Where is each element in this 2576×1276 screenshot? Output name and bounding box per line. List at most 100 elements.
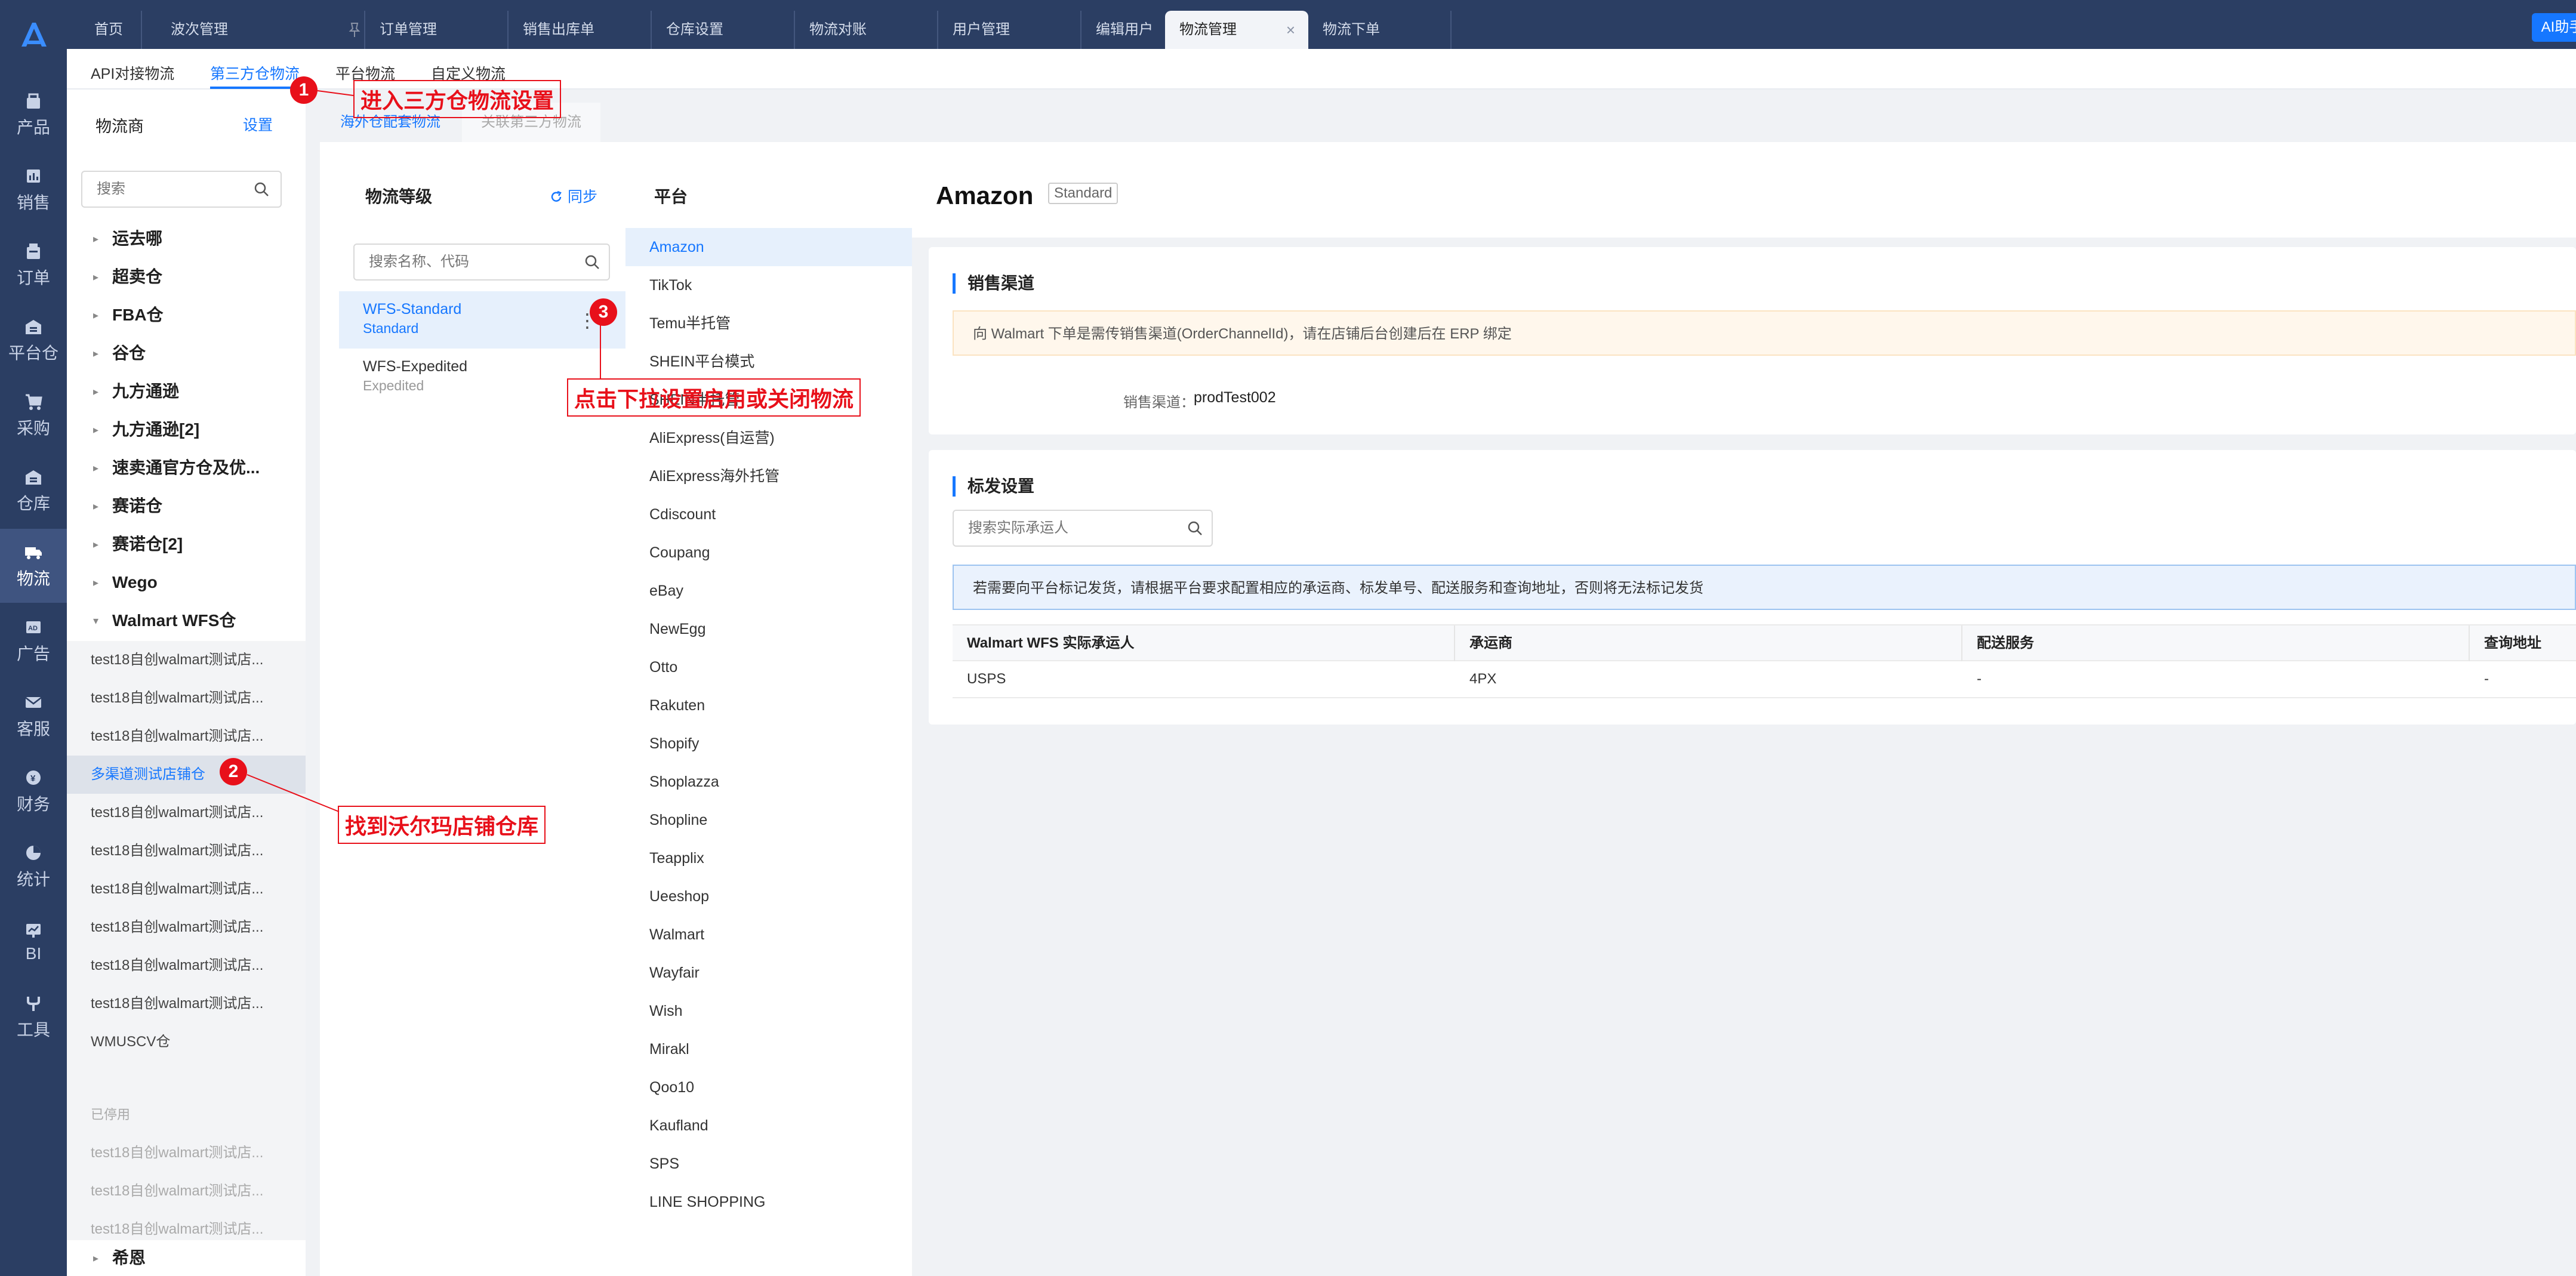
platform-item[interactable]: Cdiscount (625, 495, 912, 534)
platform-item[interactable]: Coupang (625, 534, 912, 572)
platform-item[interactable]: Teapplix (625, 839, 912, 877)
sync-label: 同步 (567, 189, 597, 205)
platform-item[interactable]: Shopline (625, 801, 912, 839)
search-icon[interactable] (584, 254, 600, 270)
nav-item-purchase[interactable]: 采购 (0, 378, 67, 452)
search-icon[interactable] (253, 181, 270, 198)
carrier-group[interactable]: ▸ FBA仓 (67, 297, 306, 333)
pin-icon[interactable] (347, 21, 362, 38)
platform-item[interactable]: Wayfair (625, 954, 912, 992)
nav-item-finance[interactable]: ¥ 财务 (0, 754, 67, 828)
tab-warehouse-settings[interactable]: 仓库设置 (652, 11, 795, 49)
tab-logistics-management[interactable]: 物流管理 × (1165, 11, 1308, 49)
tab-user-management[interactable]: 用户管理 (938, 11, 1081, 49)
subtab-api-logistics[interactable]: API对接物流 (91, 62, 174, 84)
tab-logistics-order[interactable]: 物流下单 (1308, 11, 1452, 49)
list-item[interactable]: test18自创walmart测试店... (67, 641, 306, 679)
tab-home[interactable]: 首页 (80, 11, 142, 49)
carrier-group[interactable]: ▸ 运去哪 (67, 221, 306, 257)
platform-item[interactable]: Shopify (625, 725, 912, 763)
annotation-marker-1: 1 (290, 76, 318, 104)
tab-logistics-reconciliation[interactable]: 物流对账 (795, 11, 938, 49)
platform-item[interactable]: SHEIN平台模式 (625, 343, 912, 381)
subtab-third-party-warehouse[interactable]: 第三方仓物流 (210, 62, 300, 84)
list-item-selected[interactable]: 多渠道测试店铺仓 (67, 756, 306, 794)
platform-item[interactable]: eBay (625, 572, 912, 610)
nav-item-logistics[interactable]: 物流 (0, 529, 67, 603)
list-item[interactable]: test18自创walmart测试店... (67, 908, 306, 947)
tab-wave-management[interactable]: 波次管理 (156, 11, 365, 49)
platform-item[interactable]: LINE SHOPPING (625, 1183, 912, 1221)
list-item[interactable]: test18自创walmart测试店... (67, 794, 306, 832)
platform-item[interactable]: TikTok (625, 266, 912, 304)
annotation-label-3: 点击下拉设置启用或关闭物流 (567, 378, 861, 417)
platform-item[interactable]: Wish (625, 992, 912, 1030)
platform-item[interactable]: Amazon (625, 228, 912, 266)
carrier-group[interactable]: ▸ 希恩 (67, 1240, 306, 1276)
platform-item[interactable]: NewEgg (625, 610, 912, 648)
carrier-search-input[interactable] (953, 510, 1213, 547)
carrier-group[interactable]: ▸ 九方通逊[2] (67, 412, 306, 448)
sales-channel-label: 销售渠道： (1123, 394, 1195, 411)
nav-item-tools[interactable]: 工具 (0, 980, 67, 1054)
carrier-group[interactable]: ▸ 九方通逊 (67, 374, 306, 409)
list-item[interactable]: test18自创walmart测试店... (67, 717, 306, 756)
app-logo-icon[interactable] (17, 18, 50, 51)
nav-item-statistics[interactable]: 统计 (0, 830, 67, 904)
nav-item-customer-service[interactable]: 客服 (0, 679, 67, 753)
platform-item[interactable]: AliExpress(自运营) (625, 419, 912, 457)
table-cell[interactable]: - (1962, 661, 1982, 697)
nav-item-orders[interactable]: 订单 (0, 228, 67, 302)
platform-item[interactable]: Qoo10 (625, 1068, 912, 1107)
caret-right-icon: ▸ (93, 424, 99, 436)
carrier-group[interactable]: ▸ 赛诺仓 (67, 488, 306, 524)
list-item-disabled[interactable]: test18自创walmart测试店... (67, 1172, 306, 1210)
nav-item-platform-warehouse[interactable]: 平台仓 (0, 303, 67, 377)
nav-item-warehouse[interactable]: 仓库 (0, 454, 67, 528)
nav-item-sales[interactable]: 销售 (0, 153, 67, 227)
carrier-settings-link[interactable]: 设置 (243, 113, 273, 135)
tab-sales-outbound[interactable]: 销售出库单 (509, 11, 652, 49)
list-item[interactable]: test18自创walmart测试店... (67, 679, 306, 717)
platform-item[interactable]: Shoplazza (625, 763, 912, 801)
level-item-selected[interactable]: WFS-Standard Standard ⋮ (339, 291, 625, 349)
list-item[interactable]: test18自创walmart测试店... (67, 947, 306, 985)
carrier-group[interactable]: ▸ 赛诺仓[2] (67, 526, 306, 562)
list-item-disabled[interactable]: test18自创walmart测试店... (67, 1134, 306, 1172)
platform-item[interactable]: SPS (625, 1145, 912, 1183)
carrier-group-walmart-wfs[interactable]: ▾ Walmart WFS仓 (67, 603, 306, 639)
platform-item[interactable]: Walmart (625, 916, 912, 954)
nav-item-bi[interactable]: BI (0, 905, 67, 979)
table-cell[interactable]: - (2470, 661, 2489, 697)
search-icon[interactable] (1187, 520, 1203, 537)
platform-item[interactable]: Rakuten (625, 686, 912, 725)
list-item[interactable]: test18自创walmart测试店... (67, 832, 306, 870)
table-row[interactable]: USPS 4PX - - (953, 661, 2576, 698)
nav-item-product[interactable]: 产品 (0, 78, 67, 152)
carrier-group-label: 超卖仓 (112, 267, 163, 286)
list-item[interactable]: test18自创walmart测试店... (67, 985, 306, 1023)
table-cell[interactable]: 4PX (1455, 661, 1496, 697)
sync-button[interactable]: 同步 (549, 185, 597, 206)
tab-order-management[interactable]: 订单管理 (365, 11, 509, 49)
nav-item-ads[interactable]: AD 广告 (0, 604, 67, 678)
platform-item[interactable]: Temu半托管 (625, 304, 912, 343)
platform-item[interactable]: Mirakl (625, 1030, 912, 1068)
carrier-group-label: 运去哪 (112, 229, 163, 248)
list-item[interactable]: WMUSCV仓 (67, 1023, 306, 1061)
list-item[interactable]: test18自创walmart测试店... (67, 870, 306, 908)
tab-label: 销售出库单 (523, 21, 594, 38)
carrier-group[interactable]: ▸ Wego (67, 565, 306, 600)
platform-item[interactable]: Ueeshop (625, 877, 912, 916)
level-search-input[interactable] (353, 244, 610, 281)
ai-assistant-button[interactable]: AI助手 (2532, 13, 2576, 42)
carrier-group[interactable]: ▸ 速卖通官方仓及优... (67, 450, 306, 486)
carrier-group[interactable]: ▸ 超卖仓 (67, 259, 306, 295)
close-icon[interactable]: × (1286, 11, 1295, 49)
platform-item[interactable]: AliExpress海外托管 (625, 457, 912, 495)
carrier-search-input[interactable] (81, 171, 282, 208)
carrier-group[interactable]: ▸ 谷仓 (67, 335, 306, 371)
platform-item[interactable]: Otto (625, 648, 912, 686)
platform-item[interactable]: Kaufland (625, 1107, 912, 1145)
sales-channel-card: 销售渠道 向 Walmart 下单是需传销售渠道(OrderChannelId)… (929, 247, 2576, 434)
